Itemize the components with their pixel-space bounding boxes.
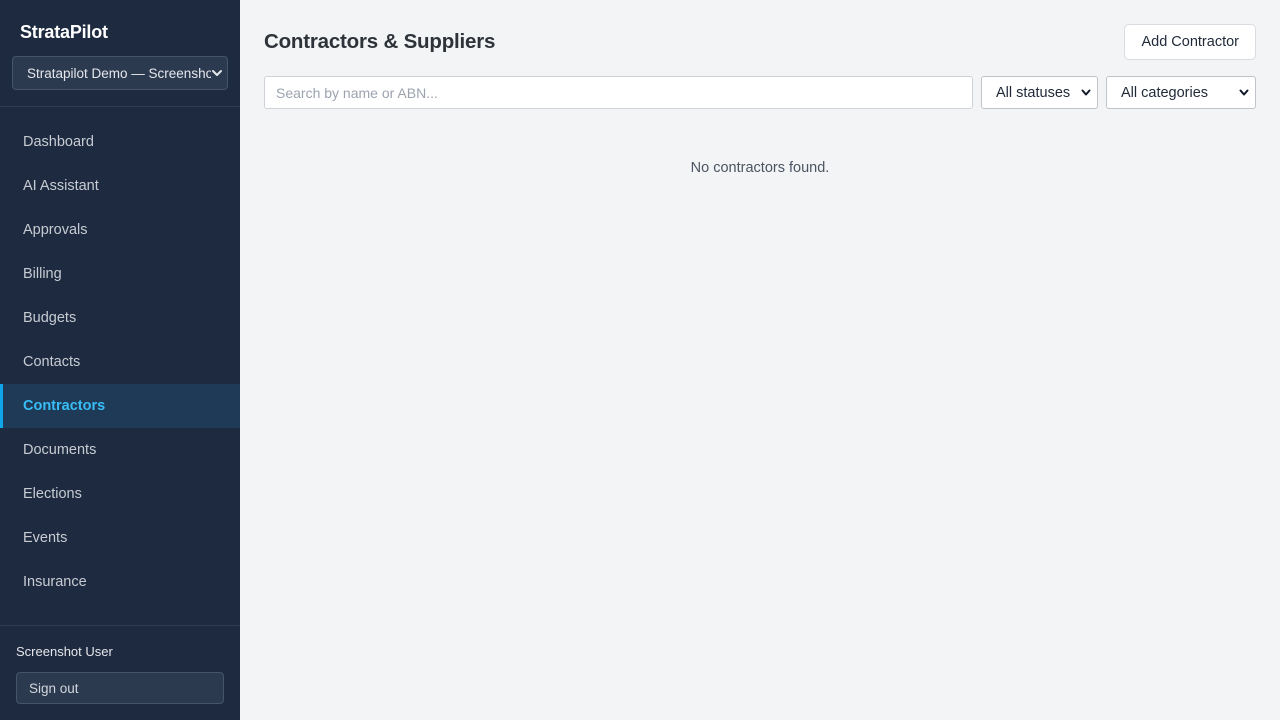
sign-out-button[interactable]: Sign out bbox=[16, 672, 224, 704]
sidebar: StrataPilot Stratapilot Demo — Screensho… bbox=[0, 0, 240, 720]
sidebar-item-label: Elections bbox=[23, 486, 82, 502]
organization-select-value: Stratapilot Demo — Screenshot bbox=[27, 65, 217, 81]
category-filter-select[interactable]: All categories bbox=[1106, 76, 1256, 109]
sidebar-item-label: Documents bbox=[23, 442, 97, 458]
search-input[interactable] bbox=[264, 76, 973, 109]
organization-select[interactable]: Stratapilot Demo — Screenshot bbox=[12, 56, 228, 90]
sidebar-item-label: Dashboard bbox=[23, 134, 94, 150]
category-filter-value: All categories bbox=[1121, 84, 1209, 101]
main-content: Contractors & Suppliers Add Contractor A… bbox=[240, 0, 1280, 720]
sidebar-item-label: Budgets bbox=[23, 310, 77, 326]
page-header: Contractors & Suppliers Add Contractor bbox=[264, 24, 1256, 60]
sidebar-item-budgets[interactable]: Budgets bbox=[0, 296, 240, 340]
sidebar-item-label: Events bbox=[23, 530, 68, 546]
sidebar-item-insurance[interactable]: Insurance bbox=[0, 560, 240, 604]
page-title: Contractors & Suppliers bbox=[264, 30, 496, 53]
status-filter-select[interactable]: All statuses bbox=[981, 76, 1098, 109]
chevron-down-icon bbox=[1081, 87, 1091, 99]
app-root: StrataPilot Stratapilot Demo — Screensho… bbox=[0, 0, 1280, 720]
brand-logo-text: StrataPilot bbox=[20, 22, 108, 42]
chevron-down-icon bbox=[1239, 87, 1249, 99]
status-filter-value: All statuses bbox=[996, 84, 1071, 101]
sidebar-item-label: Billing bbox=[23, 266, 62, 282]
sidebar-item-approvals[interactable]: Approvals bbox=[0, 208, 240, 252]
sidebar-item-documents[interactable]: Documents bbox=[0, 428, 240, 472]
add-contractor-button[interactable]: Add Contractor bbox=[1124, 24, 1256, 60]
sidebar-item-label: Contractors bbox=[23, 398, 106, 414]
sidebar-item-label: Approvals bbox=[23, 222, 88, 238]
sidebar-item-label: Contacts bbox=[23, 354, 81, 370]
sidebar-item-billing[interactable]: Billing bbox=[0, 252, 240, 296]
sidebar-item-label: Insurance bbox=[23, 574, 87, 590]
sidebar-header: StrataPilot Stratapilot Demo — Screensho… bbox=[0, 0, 240, 107]
sidebar-item-ai-assistant[interactable]: AI Assistant bbox=[0, 164, 240, 208]
sidebar-item-label: AI Assistant bbox=[23, 178, 99, 194]
sidebar-footer: Screenshot User Sign out bbox=[0, 625, 240, 720]
sidebar-nav: Dashboard AI Assistant Approvals Billing… bbox=[0, 107, 240, 625]
sidebar-item-events[interactable]: Events bbox=[0, 516, 240, 560]
sidebar-item-dashboard[interactable]: Dashboard bbox=[0, 120, 240, 164]
empty-state-message: No contractors found. bbox=[690, 160, 830, 176]
sidebar-item-elections[interactable]: Elections bbox=[0, 472, 240, 516]
user-name: Screenshot User bbox=[16, 644, 113, 659]
sidebar-item-contacts[interactable]: Contacts bbox=[0, 340, 240, 384]
sidebar-item-contractors[interactable]: Contractors bbox=[0, 384, 240, 428]
chevron-down-icon bbox=[211, 66, 223, 80]
filter-bar: All statuses All categories bbox=[264, 76, 1256, 109]
